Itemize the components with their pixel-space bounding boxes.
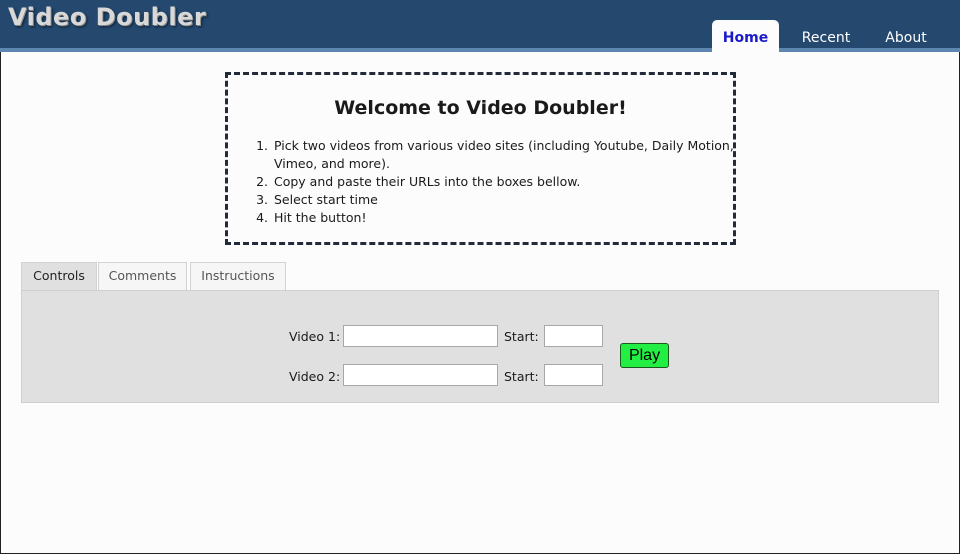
video1-start-label: Start: xyxy=(504,329,539,344)
nav-recent[interactable]: Recent xyxy=(792,20,860,52)
video2-label: Video 2: xyxy=(289,369,341,384)
play-button[interactable]: Play xyxy=(620,343,669,368)
controls-panel: Video 1: Start: Video 2: Start: Play xyxy=(21,290,939,403)
video1-start-input[interactable] xyxy=(544,325,603,347)
video1-label: Video 1: xyxy=(289,329,341,344)
video2-start-label: Start: xyxy=(504,369,539,384)
welcome-box: Welcome to Video Doubler! Pick two video… xyxy=(225,72,736,245)
step-item: Hit the button! xyxy=(272,209,742,227)
tab-controls[interactable]: Controls xyxy=(21,262,97,292)
welcome-steps: Pick two videos from various video sites… xyxy=(250,137,742,227)
main-nav: Home Recent About xyxy=(0,20,960,52)
video2-start-input[interactable] xyxy=(544,364,603,386)
nav-about[interactable]: About xyxy=(874,20,938,52)
video1-url-input[interactable] xyxy=(343,325,498,347)
nav-home[interactable]: Home xyxy=(712,20,779,52)
tab-comments[interactable]: Comments xyxy=(98,262,187,290)
video2-url-input[interactable] xyxy=(343,364,498,386)
tab-instructions[interactable]: Instructions xyxy=(190,262,286,290)
step-item: Select start time xyxy=(272,191,742,209)
welcome-title: Welcome to Video Doubler! xyxy=(334,97,627,119)
step-item: Pick two videos from various video sites… xyxy=(272,137,742,173)
step-item: Copy and paste their URLs into the boxes… xyxy=(272,173,742,191)
